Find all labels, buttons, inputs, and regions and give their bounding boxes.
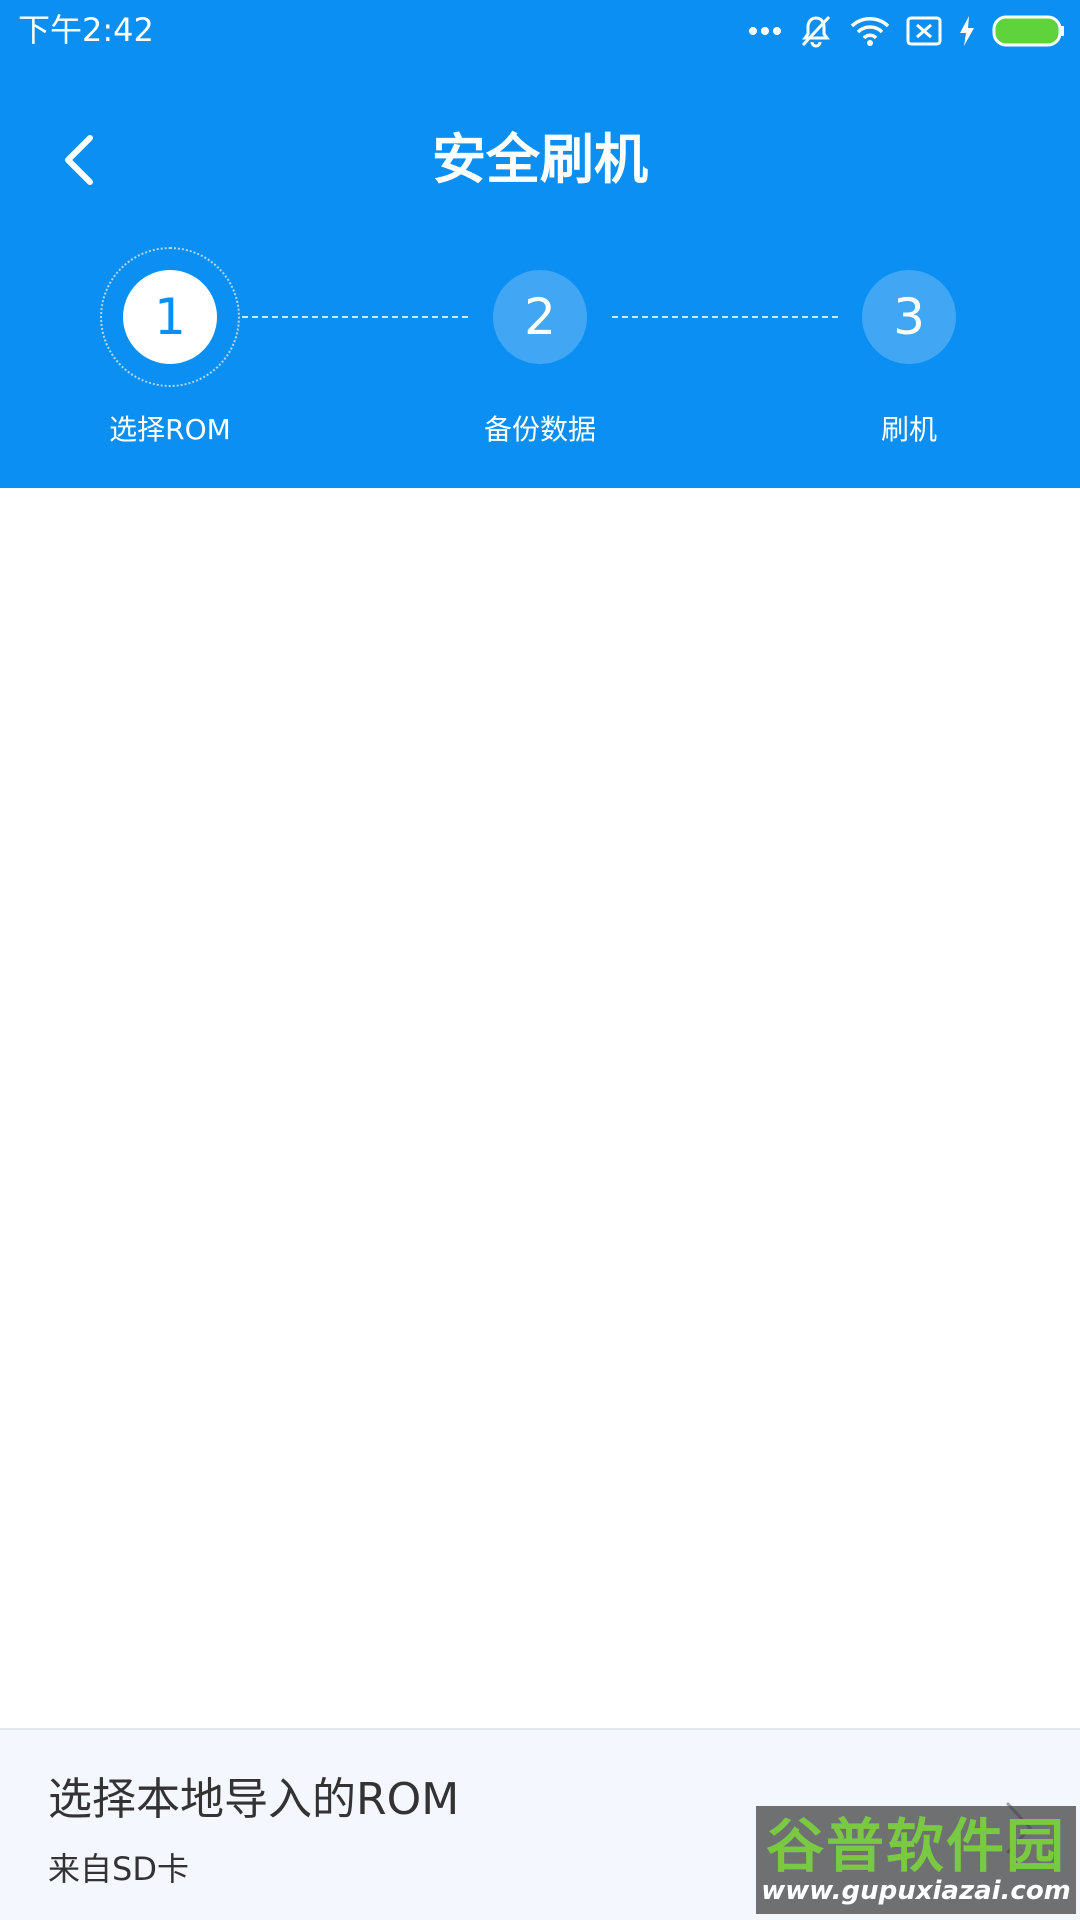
step-indicator: 1 选择ROM 2 备份数据 3 刷机 bbox=[0, 240, 1080, 460]
watermark-logo: 谷普软件园 www.gupuxiazai.com bbox=[756, 1806, 1076, 1914]
battery-icon bbox=[992, 15, 1064, 47]
step-connector-2 bbox=[612, 316, 838, 318]
status-time: 下午2:42 bbox=[18, 11, 154, 49]
more-dots-icon bbox=[749, 27, 781, 35]
status-icons bbox=[748, 12, 1066, 50]
mute-icon bbox=[801, 15, 831, 48]
watermark-url: www.gupuxiazai.com bbox=[761, 1876, 1071, 1906]
nav-bar: 安全刷机 bbox=[0, 110, 1080, 210]
step-number: 1 bbox=[123, 270, 217, 364]
import-subtitle: 来自SD卡 bbox=[48, 1850, 189, 1888]
wifi-icon bbox=[850, 17, 890, 46]
step-number: 3 bbox=[862, 270, 956, 364]
step-label: 备份数据 bbox=[483, 413, 596, 446]
step-connector-1 bbox=[242, 316, 468, 318]
watermark-text: 谷普软件园 bbox=[765, 1812, 1066, 1880]
step-number: 2 bbox=[493, 270, 587, 364]
charging-icon bbox=[960, 16, 974, 46]
header: 下午2:42 安全刷机 1 选择ROM 2 备份数据 3 刷机 bbox=[0, 0, 1080, 488]
step-label: 刷机 bbox=[880, 413, 937, 446]
page-title: 安全刷机 bbox=[432, 128, 648, 191]
rom-list-area bbox=[0, 488, 1080, 1728]
step-label: 选择ROM bbox=[109, 413, 231, 446]
sim-none-icon bbox=[906, 16, 942, 46]
import-title: 选择本地导入的ROM bbox=[48, 1774, 460, 1825]
status-bar: 下午2:42 bbox=[0, 0, 1080, 62]
